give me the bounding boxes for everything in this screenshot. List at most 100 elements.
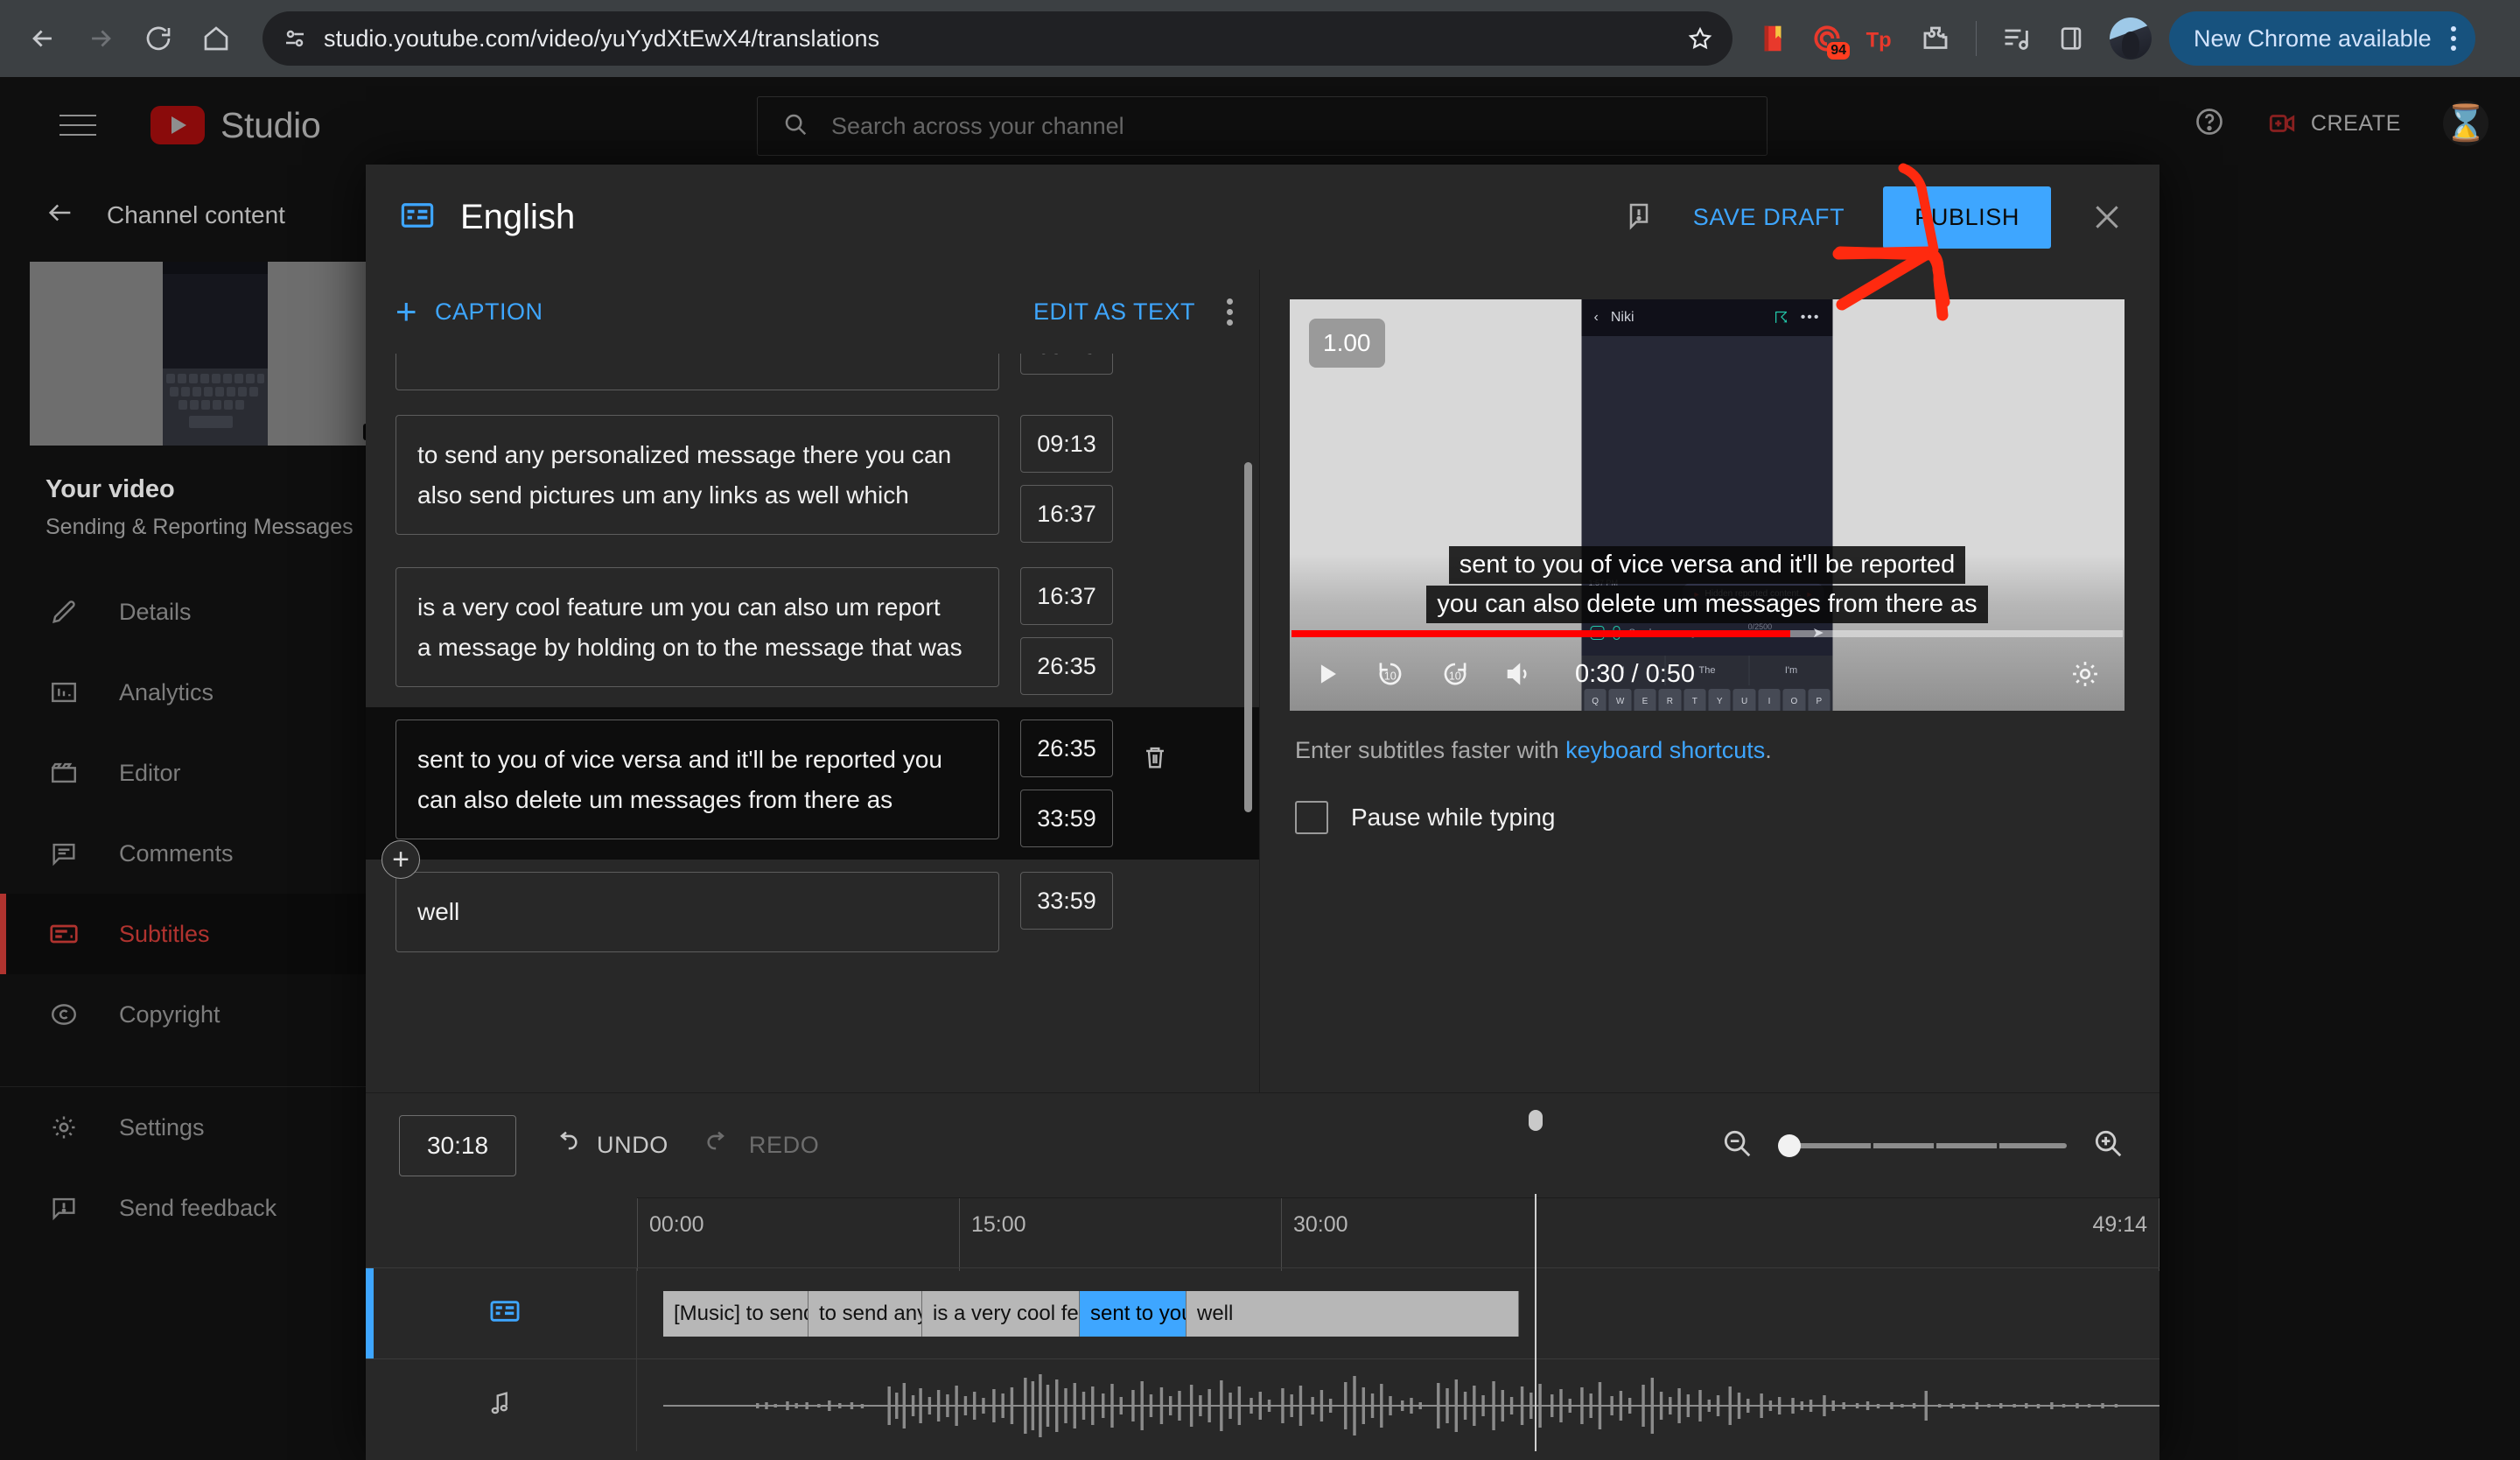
dialog-body: + CAPTION EDIT AS TEXT 09:13 [366, 270, 2160, 1092]
caption-text-input[interactable]: to send any personalized message there y… [396, 415, 999, 536]
caption-chips: [Music] to send the me… to send any pers… [663, 1290, 1519, 1337]
video-thumbnail[interactable]: 0: [30, 262, 388, 446]
rewind-10-icon[interactable]: 10 [1374, 657, 1407, 691]
studio-logo[interactable]: Studio [150, 104, 321, 146]
more-vertical-icon[interactable] [1218, 291, 1242, 333]
sidebar-item-label: Settings [119, 1113, 205, 1141]
caption-start-time[interactable]: 33:59 [1020, 872, 1113, 930]
caption-track-row[interactable]: [Music] to send the me… to send any pers… [366, 1267, 2160, 1358]
create-button[interactable]: CREATE [2248, 96, 2420, 151]
zoom-out-icon[interactable] [1720, 1127, 1754, 1164]
redo-button[interactable]: REDO [704, 1127, 819, 1163]
table-row[interactable]: to send any personalized message there y… [366, 403, 1259, 555]
caption-end-time[interactable]: 26:35 [1020, 637, 1113, 695]
reload-icon[interactable] [131, 11, 186, 66]
dialog-title: English [460, 197, 576, 236]
list-item-selected[interactable]: sent to you of vice… [1080, 1290, 1186, 1337]
search-placeholder: Search across your channel [831, 112, 1124, 139]
table-row[interactable]: well 33:59 [366, 860, 1259, 965]
caption-start-time[interactable]: 09:13 [1020, 415, 1113, 473]
timeline-playhead[interactable] [1529, 1110, 1543, 1451]
caption-track-content[interactable]: [Music] to send the me… to send any pers… [637, 1268, 2160, 1358]
zoom-slider[interactable] [1778, 1130, 2067, 1162]
add-caption-button[interactable]: + CAPTION [396, 293, 543, 330]
hamburger-menu-icon[interactable] [60, 115, 96, 136]
caption-start-time[interactable]: 16:37 [1020, 567, 1113, 625]
play-icon[interactable] [1312, 659, 1342, 689]
help-icon[interactable] [2194, 106, 2225, 142]
undo-button[interactable]: UNDO [551, 1127, 668, 1163]
connection-icon: ☈ [1774, 308, 1788, 326]
account-avatar[interactable]: ⌛ [2443, 101, 2488, 146]
profile-avatar[interactable] [2110, 18, 2152, 60]
studio-header: Studio Search across your channel CREATE… [0, 77, 2520, 173]
reading-list-extension-icon[interactable] [1748, 14, 1797, 63]
list-item[interactable]: well [1186, 1290, 1519, 1337]
keyboard-shortcuts-link[interactable]: keyboard shortcuts [1565, 737, 1765, 763]
phone-chat-header: ‹ Niki ☈ ••• [1581, 299, 1833, 336]
search-input[interactable]: Search across your channel [757, 96, 1768, 156]
caption-start-time[interactable]: 09:13 [1020, 354, 1113, 375]
subtitle-editor-dialog: English SAVE DRAFT PUBLISH + CAPTION EDI… [366, 165, 2160, 1460]
star-icon[interactable] [1687, 25, 1713, 52]
pause-while-typing-checkbox[interactable] [1295, 801, 1328, 834]
site-settings-icon[interactable] [282, 25, 308, 52]
forward-10-icon[interactable]: 10 [1438, 657, 1472, 691]
timeline-ruler[interactable]: 00:00 15:00 30:00 49:14 [637, 1197, 2160, 1271]
caption-text-input[interactable]: sent to you of vice versa and it'll be r… [396, 719, 999, 840]
typing-extension-icon[interactable]: Tp [1857, 14, 1906, 63]
grammar-extension-icon[interactable]: 94 [1802, 14, 1852, 63]
video-player[interactable]: 1.00 ‹ Niki ☈ ••• 1:57 PM ► Hidd [1290, 299, 2124, 711]
forward-arrow-icon[interactable] [74, 11, 128, 66]
address-bar[interactable]: studio.youtube.com/video/yuYydXtEwX4/tra… [262, 11, 1732, 66]
subtitles-icon [46, 918, 82, 950]
ruler-label: 30:00 [1293, 1212, 1348, 1237]
home-icon[interactable] [189, 11, 243, 66]
svg-text:Tp: Tp [1866, 29, 1892, 53]
keyboard-shortcuts-hint: Enter subtitles faster with keyboard sho… [1260, 711, 2160, 764]
caption-start-time[interactable]: 26:35 [1020, 719, 1113, 777]
pause-while-typing-row[interactable]: Pause while typing [1260, 764, 2160, 834]
table-row[interactable]: 09:13 [366, 354, 1259, 403]
gear-icon[interactable] [2068, 657, 2102, 691]
puzzle-extension-icon[interactable] [1911, 14, 1960, 63]
caption-text-input[interactable]: is a very cool feature um you can also u… [396, 567, 999, 688]
save-draft-button[interactable]: SAVE DRAFT [1686, 204, 1852, 231]
zoom-in-icon[interactable] [2091, 1127, 2124, 1164]
playback-speed-chip[interactable]: 1.00 [1309, 319, 1385, 368]
new-chrome-available-button[interactable]: New Chrome available [2169, 11, 2475, 66]
caption-rows-scroll[interactable]: 09:13 to send any personalized message t… [366, 354, 1259, 1092]
timeline-current-time[interactable]: 30:18 [399, 1114, 516, 1176]
plus-circle-icon[interactable]: + [382, 840, 420, 879]
hint-suffix: . [1765, 737, 1772, 763]
playhead-handle[interactable] [1529, 1110, 1543, 1131]
list-item[interactable]: is a very cool feature um … [922, 1290, 1080, 1337]
table-row[interactable]: is a very cool feature um you can also u… [366, 555, 1259, 707]
back-arrow-icon[interactable] [16, 11, 70, 66]
list-item[interactable]: to send any perso… [808, 1290, 922, 1337]
delete-caption-button[interactable] [1134, 719, 1176, 772]
player-time-display: 0:30 / 0:50 [1575, 659, 1696, 688]
edit-as-text-button[interactable]: EDIT AS TEXT [1033, 298, 1195, 326]
caption-text-input[interactable]: well [396, 872, 999, 952]
feedback-icon[interactable] [1623, 200, 1655, 235]
zoom-slider-thumb[interactable] [1778, 1134, 1801, 1157]
caption-end-time[interactable]: 16:37 [1020, 485, 1113, 543]
video-progress-bar[interactable] [1292, 630, 2123, 637]
plus-icon: + [396, 291, 418, 332]
volume-icon[interactable] [1503, 658, 1535, 690]
chrome-menu-icon[interactable] [2444, 26, 2463, 51]
caption-text-input[interactable] [396, 354, 999, 390]
media-control-icon[interactable] [1992, 14, 2041, 63]
audio-track-row[interactable] [366, 1358, 2160, 1451]
caption-scrollbar[interactable] [1244, 462, 1252, 812]
list-item[interactable]: [Music] to send the me… [663, 1290, 808, 1337]
caption-end-time[interactable]: 33:59 [1020, 790, 1113, 847]
side-panel-icon[interactable] [2047, 14, 2096, 63]
publish-button[interactable]: PUBLISH [1883, 186, 2051, 249]
table-row[interactable]: sent to you of vice versa and it'll be r… [366, 707, 1259, 879]
sidebar-item-label: Editor [119, 759, 181, 786]
close-icon[interactable] [2082, 200, 2132, 235]
audio-track-content[interactable] [637, 1359, 2160, 1451]
studio-wordmark: Studio [220, 104, 321, 145]
